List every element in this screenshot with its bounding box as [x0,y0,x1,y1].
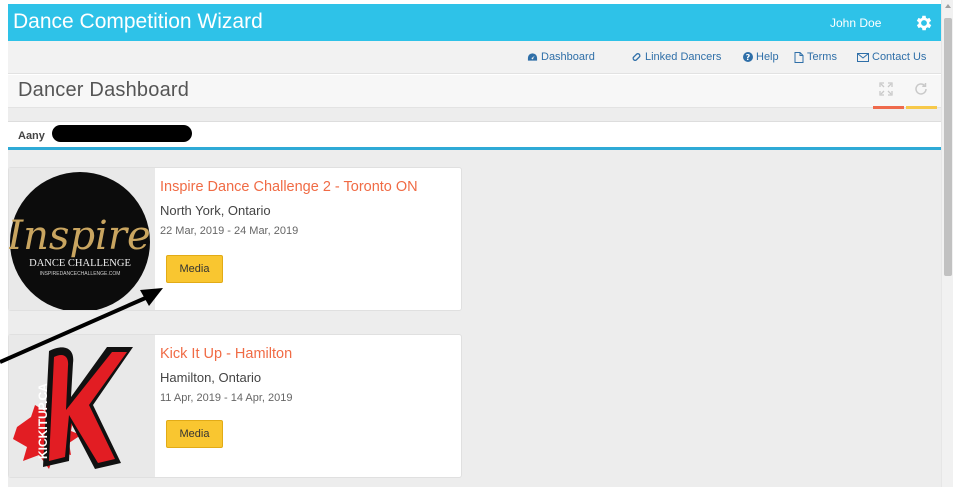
nav-label: Help [756,51,779,63]
nav-label: Terms [807,51,837,63]
svg-text:KICKITUP.CA: KICKITUP.CA [36,383,50,459]
page-title: Dancer Dashboard [18,79,190,101]
page-header: Dancer Dashboard [8,75,941,109]
main-content: Dancer Dashboard Aany Inspire DANCE CHAL… [8,75,941,487]
question-circle-icon: ? [743,52,753,62]
kickitup-logo: KICKITUP.CA [13,347,133,469]
media-button[interactable]: Media [166,255,223,283]
redaction-mark [52,125,192,142]
svg-text:INSPIREDANCECHALLENGE.COM: INSPIREDANCECHALLENGE.COM [40,271,121,277]
expand-accent-bar [873,106,904,109]
nav-dashboard[interactable]: Dashboard [527,51,595,63]
scroll-thumb[interactable] [944,18,952,276]
link-icon [632,53,641,61]
nav-contact-us[interactable]: Contact Us [857,51,926,63]
svg-text:Inspire: Inspire [9,213,151,259]
event-dates: 11 Apr, 2019 - 14 Apr, 2019 [160,392,293,404]
dancer-name: Aany [18,130,45,142]
event-name[interactable]: Kick It Up - Hamilton [160,346,292,362]
nav-label: Dashboard [541,51,595,63]
event-logo: Inspire DANCE CHALLENGE INSPIREDANCECHAL… [9,168,155,310]
gear-icon[interactable] [914,13,934,33]
media-button[interactable]: Media [166,420,223,448]
expand-icon[interactable] [879,82,893,96]
event-dates: 22 Mar, 2019 - 24 Mar, 2019 [160,225,299,237]
tachometer-icon [527,53,538,61]
inspire-logo: Inspire DANCE CHALLENGE INSPIREDANCECHAL… [9,172,151,310]
nav-label: Linked Dancers [645,51,722,63]
app-title[interactable]: Dance Competition Wizard [13,9,263,35]
dancer-selector[interactable]: Aany [8,121,941,150]
event-name[interactable]: Inspire Dance Challenge 2 - Toronto ON [160,179,418,195]
refresh-icon[interactable] [914,82,928,96]
refresh-accent-bar [906,106,937,109]
event-location: North York, Ontario [160,203,271,218]
top-nav: Dashboard Linked Dancers ? Help Terms Co… [8,41,941,74]
nav-label: Contact Us [872,51,927,63]
svg-text:?: ? [746,53,751,62]
event-location: Hamilton, Ontario [160,370,262,385]
svg-text:DANCE CHALLENGE: DANCE CHALLENGE [29,258,131,269]
app-header: Dance Competition Wizard John Doe [8,4,941,41]
nav-linked-dancers[interactable]: Linked Dancers [631,51,721,63]
scroll-up-arrow-icon[interactable] [945,4,951,8]
document-icon [794,51,804,63]
nav-help[interactable]: ? Help [743,51,779,63]
event-card: Inspire DANCE CHALLENGE INSPIREDANCECHAL… [8,167,462,311]
event-logo: KICKITUP.CA [9,335,155,477]
scrollbar[interactable] [941,0,953,487]
envelope-icon [857,52,869,62]
user-name[interactable]: John Doe [830,16,881,30]
nav-terms[interactable]: Terms [794,51,837,63]
event-card: KICKITUP.CA Kick It Up - Hamilton Hamilt… [8,334,462,478]
